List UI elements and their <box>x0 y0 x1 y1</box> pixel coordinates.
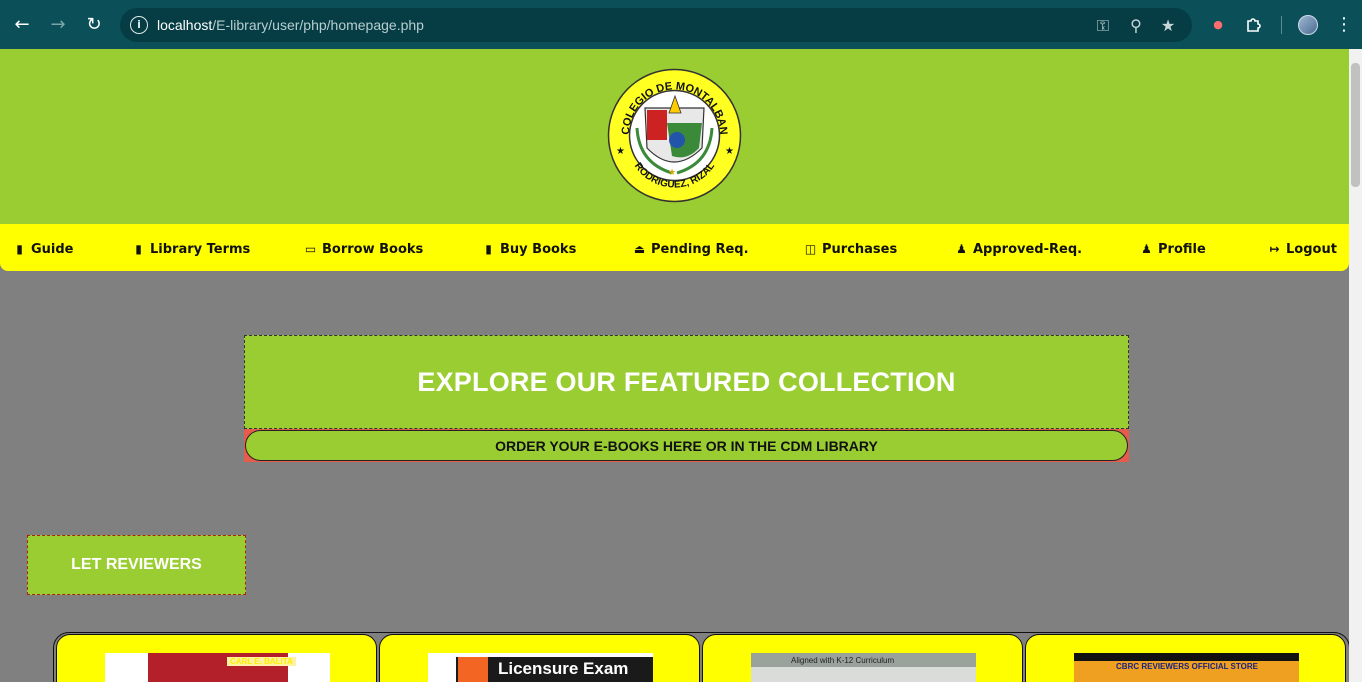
reload-icon[interactable]: ↻ <box>82 13 106 37</box>
basket-icon: ◫ <box>804 242 817 256</box>
featured-title-box: EXPLORE OUR FEATURED COLLECTION <box>244 335 1129 429</box>
extension-icon[interactable]: ● <box>1206 13 1230 37</box>
nav-label: Borrow Books <box>322 241 424 257</box>
password-key-icon[interactable]: ⚿ <box>1093 16 1113 36</box>
guide-book-icon: ▮ <box>16 242 23 256</box>
main-navbar: ▮ Guide ▮ Library Terms ▭ Borrow Books ▮… <box>0 224 1349 271</box>
nav-label: Guide <box>31 241 74 257</box>
nav-borrow-books[interactable]: ▭ Borrow Books <box>304 240 423 258</box>
browser-toolbar: ← → ↻ i localhost/E-library/user/php/hom… <box>0 0 1362 49</box>
nav-guide[interactable]: ▮ Guide <box>13 240 74 258</box>
book-cover-image[interactable]: Licensure Exam <box>428 653 653 682</box>
svg-text:★: ★ <box>668 168 676 178</box>
user-icon: ♟ <box>1141 242 1152 256</box>
book-cover-image[interactable]: CBRC REVIEWERS OFFICIAL STORE <box>1074 653 1299 682</box>
nav-pending-req[interactable]: ⏏ Pending Req. <box>633 240 749 258</box>
toolbar-separator <box>1281 16 1282 34</box>
page-scrollbar[interactable] <box>1349 49 1362 682</box>
svg-text:★: ★ <box>616 146 625 157</box>
svg-text:★: ★ <box>725 146 734 157</box>
nav-logout[interactable]: ↦ Logout <box>1268 240 1337 258</box>
book-cover-text: CBRC REVIEWERS OFFICIAL STORE <box>1116 662 1258 671</box>
book-cover-text: CARL E. BALITA <box>227 657 296 666</box>
menu-kebab-icon[interactable]: ⋮ <box>1332 13 1356 37</box>
logout-icon: ↦ <box>1269 242 1280 256</box>
nav-purchases[interactable]: ◫ Purchases <box>804 240 897 258</box>
url-text[interactable]: localhost/E-library/user/php/homepage.ph… <box>157 17 424 33</box>
featured-section: EXPLORE OUR FEATURED COLLECTION ORDER YO… <box>244 335 1129 462</box>
puzzle-icon[interactable] <box>1242 13 1266 37</box>
nav-label: Library Terms <box>150 241 251 257</box>
buy-book-icon: ▮ <box>485 242 492 256</box>
book-cover-image[interactable]: Aligned with K-12 Curriculum <box>751 653 976 682</box>
profile-avatar[interactable] <box>1298 15 1318 35</box>
back-icon[interactable]: ← <box>10 13 34 37</box>
site-info-icon[interactable]: i <box>130 16 148 34</box>
person-check-icon: ♟ <box>956 242 967 256</box>
zoom-icon[interactable]: ⚲ <box>1126 16 1146 36</box>
scrollbar-thumb[interactable] <box>1351 63 1360 187</box>
open-book-icon: ▭ <box>304 242 317 256</box>
school-seal-logo: COLEGIO DE MONTALBAN RODRIGUEZ, RIZAL ★ … <box>607 68 742 203</box>
nav-profile[interactable]: ♟ Profile <box>1140 240 1206 258</box>
nav-label: Purchases <box>822 241 898 257</box>
nav-label: Buy Books <box>500 241 577 257</box>
nav-label: Logout <box>1286 241 1337 257</box>
nav-buy-books[interactable]: ▮ Buy Books <box>482 240 576 258</box>
book-cover-text: Licensure Exam <box>498 659 629 678</box>
pending-eject-icon: ⏏ <box>633 242 646 256</box>
nav-library-terms[interactable]: ▮ Library Terms <box>132 240 250 258</box>
book-cover-text: Aligned with K-12 Curriculum <box>791 656 895 665</box>
book-cover-image[interactable]: CARL E. BALITA <box>105 653 330 682</box>
bookmark-star-icon[interactable]: ★ <box>1158 16 1178 36</box>
address-bar[interactable]: i localhost/E-library/user/php/homepage.… <box>120 8 1192 42</box>
nav-label: Approved-Req. <box>973 241 1083 257</box>
nav-approved-req[interactable]: ♟ Approved-Req. <box>955 240 1082 258</box>
nav-label: Pending Req. <box>651 241 749 257</box>
forward-icon[interactable]: → <box>46 13 70 37</box>
section-heading-let-reviewers: LET REVIEWERS <box>27 535 246 595</box>
featured-subtitle: ORDER YOUR E-BOOKS HERE OR IN THE CDM LI… <box>245 430 1128 461</box>
nav-label: Profile <box>1158 241 1206 257</box>
featured-title: EXPLORE OUR FEATURED COLLECTION <box>417 366 956 397</box>
terms-book-icon: ▮ <box>135 242 142 256</box>
